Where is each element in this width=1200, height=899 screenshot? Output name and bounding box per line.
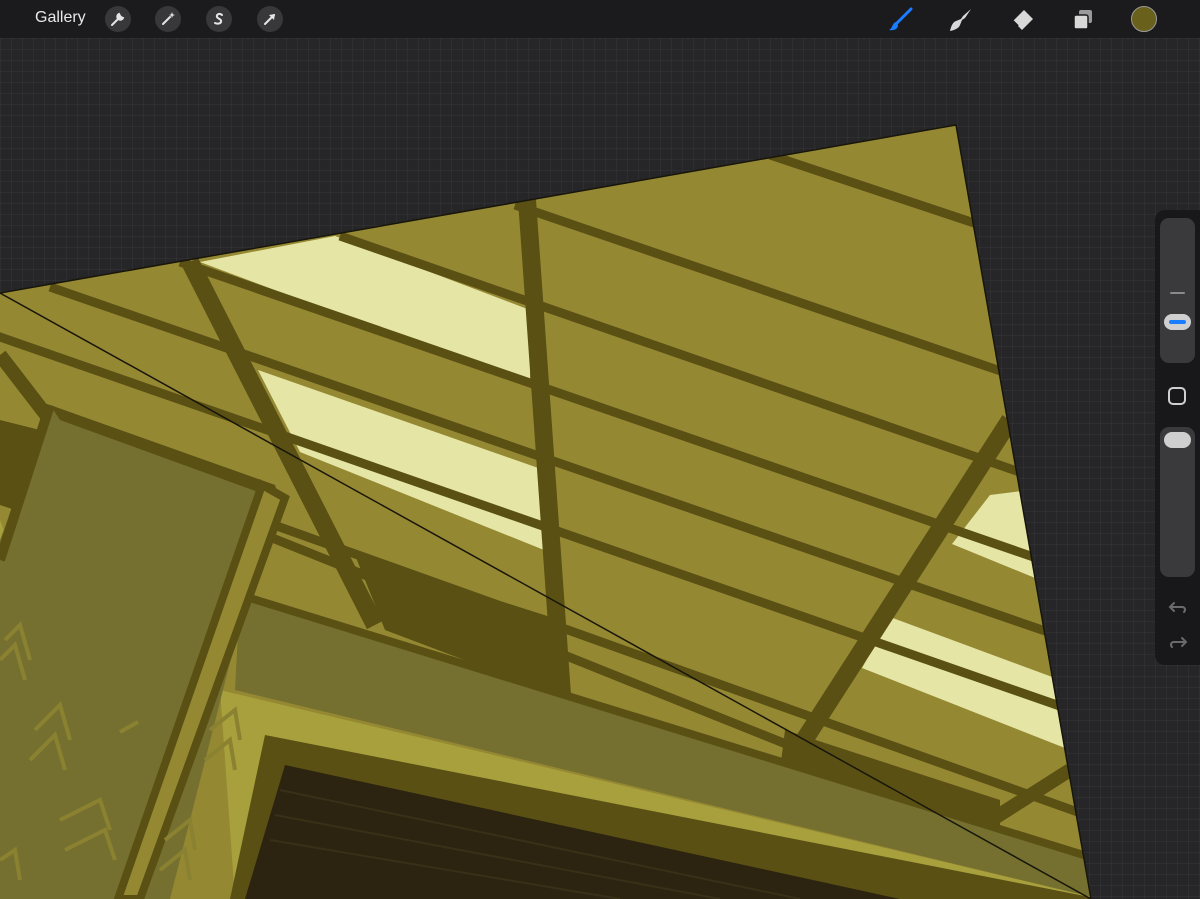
slider-tick [1170,292,1185,294]
brush-size-thumb[interactable] [1164,314,1191,331]
magic-wand-icon[interactable] [155,6,181,32]
brush-icon[interactable] [885,5,915,35]
artwork-layer [0,125,1091,899]
sidebar [1155,210,1200,665]
redo-icon[interactable] [1166,630,1190,654]
gallery-button[interactable]: Gallery [35,9,86,27]
opacity-thumb[interactable] [1164,432,1191,448]
brush-size-slider[interactable] [1160,218,1195,363]
thumb-indicator [1169,320,1186,325]
layers-icon[interactable] [1068,5,1098,35]
selection-s-icon[interactable] [206,6,232,32]
opacity-slider[interactable] [1160,427,1195,577]
eraser-icon[interactable] [1007,5,1037,35]
smudge-icon[interactable] [945,5,975,35]
color-swatch[interactable] [1131,6,1157,32]
wrench-icon[interactable] [105,6,131,32]
artwork-canvas[interactable] [0,0,1200,899]
undo-icon[interactable] [1166,595,1190,619]
top-toolbar: Gallery [0,0,1200,38]
square-modifier-icon[interactable] [1168,387,1186,405]
transform-arrow-icon[interactable] [257,6,283,32]
